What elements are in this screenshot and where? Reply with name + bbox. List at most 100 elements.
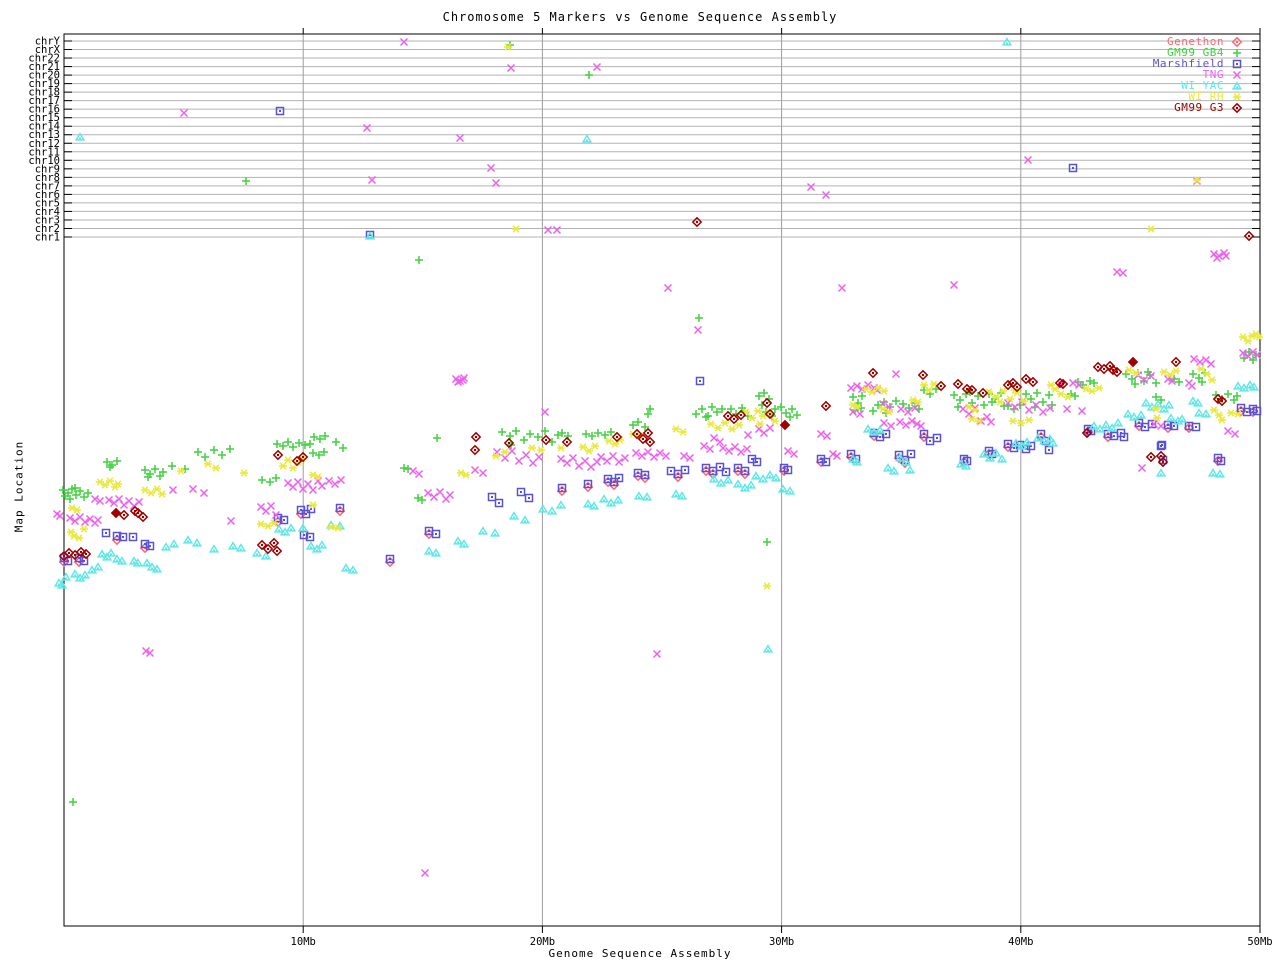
- scatter-point: [566, 441, 568, 443]
- scatter-point: [1039, 398, 1047, 406]
- scatter-point: [929, 440, 931, 442]
- legend-swatch-icon: [1231, 102, 1243, 113]
- scatter-point: [445, 490, 455, 500]
- scatter-point: [677, 473, 679, 475]
- scatter-point: [67, 560, 69, 562]
- scatter-point: [1212, 253, 1222, 263]
- scatter-point: [586, 139, 588, 142]
- scatter-point: [279, 110, 281, 112]
- scatter-point: [1071, 392, 1079, 400]
- scatter-point: [1237, 386, 1239, 389]
- scatter-point: [1125, 366, 1133, 374]
- scatter-point: [339, 444, 347, 452]
- scatter-point: [514, 456, 524, 466]
- scatter-point: [1052, 443, 1054, 446]
- plus-icon: [1224, 47, 1250, 58]
- scatter-point: [309, 536, 311, 538]
- scatter-point: [777, 403, 785, 411]
- scatter-point: [1086, 432, 1088, 434]
- scatter-point: [646, 497, 648, 500]
- scatter-point: [556, 454, 566, 464]
- scatter-point: [607, 478, 609, 480]
- scatter-point: [605, 437, 613, 445]
- scatter-point: [306, 440, 314, 448]
- scatter-point: [775, 478, 777, 481]
- scatter-point: [663, 283, 673, 293]
- scatter-point: [1116, 371, 1118, 373]
- scatter-point: [1057, 390, 1065, 398]
- scatter-point: [399, 37, 409, 47]
- scatter-point: [982, 392, 984, 394]
- scatter-point: [266, 501, 276, 511]
- scatter-point: [420, 868, 430, 878]
- scatter-point: [1206, 359, 1216, 369]
- scatter-point: [218, 451, 226, 459]
- scatter-point: [614, 457, 624, 467]
- scatter-point: [613, 481, 615, 483]
- scatter-point: [273, 440, 281, 448]
- scatter-point: [257, 520, 265, 528]
- scatter-point: [278, 529, 280, 532]
- scatter-point: [620, 453, 630, 463]
- scatter-point: [879, 418, 889, 428]
- series-gm99-g3: [58, 216, 1255, 562]
- scatter-point: [1160, 455, 1162, 457]
- scatter-point: [756, 461, 758, 463]
- scatter-point: [1088, 387, 1096, 395]
- legend-item-marshfield: Marshfield: [1100, 58, 1250, 69]
- scatter-point: [266, 478, 274, 486]
- scatter-point: [1227, 409, 1235, 417]
- scatter-point: [1203, 370, 1211, 378]
- scatter-point: [314, 473, 322, 481]
- scatter-point: [727, 415, 729, 417]
- scatter-point: [762, 479, 764, 482]
- scatter-point: [418, 496, 426, 504]
- scatter-point: [855, 409, 865, 419]
- scatter-point: [188, 484, 198, 494]
- scatter-point: [146, 563, 148, 566]
- scatter-point: [672, 425, 680, 433]
- scatter-point: [616, 436, 618, 438]
- scatter-point: [695, 314, 703, 322]
- scatter-point: [1152, 379, 1160, 387]
- scatter-point: [1022, 390, 1030, 398]
- scatter-point: [789, 491, 791, 494]
- scatter-point: [1147, 225, 1155, 233]
- scatter-point: [825, 461, 827, 463]
- scatter-point: [226, 516, 236, 526]
- scatter-point: [513, 516, 515, 519]
- scatter-point: [587, 483, 589, 485]
- scatter-point: [1233, 48, 1241, 57]
- scatter-point: [1236, 40, 1238, 43]
- scatter-point: [362, 123, 372, 133]
- scatter-point: [1093, 426, 1095, 429]
- scatter-point: [123, 514, 125, 516]
- scatter-point: [1038, 407, 1048, 417]
- scatter-point: [457, 541, 459, 544]
- scatter-point: [309, 501, 317, 509]
- scatter-point: [554, 431, 562, 439]
- scatter-point: [475, 436, 477, 438]
- scatter-point: [1024, 405, 1034, 415]
- scatter-point: [264, 522, 272, 530]
- scatter-point: [232, 546, 234, 549]
- scatter-point: [212, 464, 220, 472]
- scatter-point: [462, 471, 470, 479]
- scatter-point: [276, 550, 278, 552]
- scatter-point: [856, 462, 858, 465]
- scatter-point: [240, 548, 242, 551]
- scatter-point: [141, 486, 149, 494]
- scatter-point: [1012, 382, 1014, 384]
- scatter-point: [1173, 425, 1175, 427]
- scatter-point: [1172, 367, 1180, 375]
- scatter-point: [327, 523, 335, 531]
- scatter-point: [647, 432, 649, 434]
- scatter-point: [1026, 442, 1028, 445]
- scatter-point: [885, 433, 887, 435]
- scatter-point: [101, 554, 103, 557]
- scatter-point: [63, 555, 65, 557]
- scatter-point: [720, 483, 722, 486]
- scatter-point: [1208, 376, 1216, 384]
- scatter-point: [482, 531, 484, 534]
- scatter-point: [79, 578, 81, 581]
